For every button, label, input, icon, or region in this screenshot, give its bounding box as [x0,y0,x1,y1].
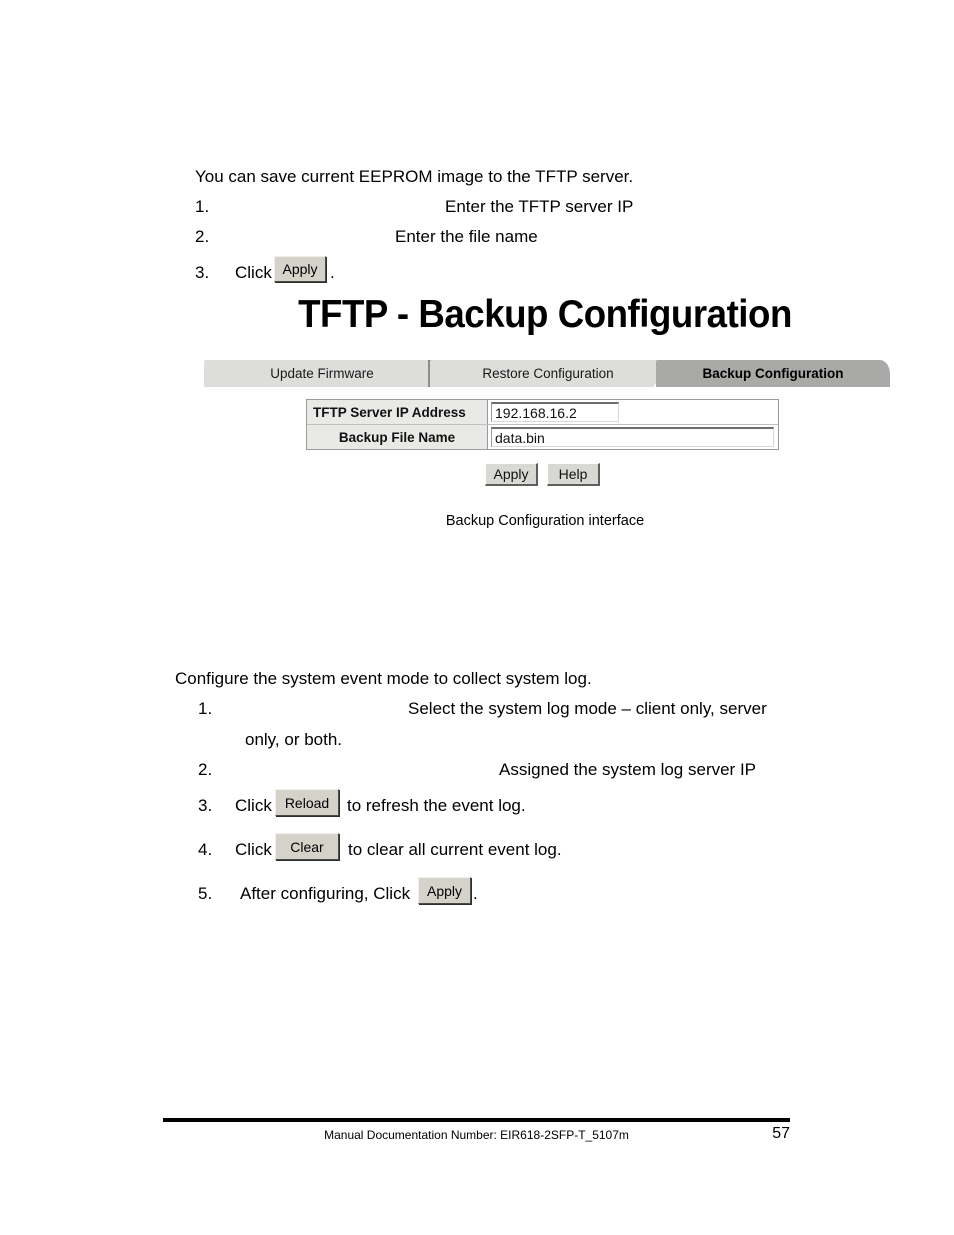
backup-step-2-number: 2. [195,227,210,246]
syslog-step-2-text: Assigned the system log server IP [499,760,757,779]
backup-step-2-text: Enter the file name [395,227,538,246]
tab-update-firmware-label: Update Firmware [270,366,374,381]
backup-step-3-suffix: . [330,263,335,282]
inline-reload-button[interactable]: Reload [275,789,339,816]
tftp-backup-screenshot: TFTP - Backup Configuration Update Firmw… [195,293,895,529]
tftp-settings-form: TFTP Server IP Address 192.168.16.2 Back… [306,399,779,450]
label-backup-file-name: Backup File Name [307,425,488,449]
screenshot-title: TFTP - Backup Configuration [298,293,792,336]
syslog-step-1-number: 1. [198,699,213,718]
tab-backup-configuration-label: Backup Configuration [702,366,844,381]
help-button[interactable]: Help [547,463,600,486]
syslog-step-4-suffix: to clear all current event log. [348,840,562,859]
syslog-intro-paragraph: Configure the system event mode to colle… [175,669,592,688]
label-tftp-server-ip-address: TFTP Server IP Address [307,400,488,424]
syslog-step-5-prefix: After configuring, Click [240,884,411,903]
syslog-step-5-suffix: . [473,884,478,903]
backup-step-3-number: 3. [195,263,210,282]
inline-apply-button-backup[interactable]: Apply [274,256,326,282]
syslog-step-4-prefix: Click [235,840,272,859]
backup-intro-paragraph: You can save current EEPROM image to the… [195,167,634,186]
tab-bar: Update Firmware Restore Configuration Ba… [204,360,890,387]
tftp-server-ip-input[interactable]: 192.168.16.2 [491,402,619,422]
tab-restore-configuration[interactable]: Restore Configuration [430,360,666,387]
backup-step-1-text: Enter the TFTP server IP [445,197,634,216]
syslog-step-3-suffix: to refresh the event log. [347,796,526,815]
syslog-step-1-text-continued: only, or both. [245,730,343,749]
inline-clear-button[interactable]: Clear [275,833,339,860]
screenshot-button-row: Apply Help [306,463,779,486]
tab-backup-configuration[interactable]: Backup Configuration [656,360,890,387]
apply-button[interactable]: Apply [485,463,538,486]
backup-step-1-number: 1. [195,197,210,216]
syslog-step-2-number: 2. [198,760,213,779]
footer-rule [163,1118,790,1122]
form-row-tftp-server-ip: TFTP Server IP Address 192.168.16.2 [307,400,778,424]
form-row-backup-file-name: Backup File Name data.bin [307,425,778,449]
backup-step-3-prefix: Click [235,263,272,282]
syslog-step-3-number: 3. [198,796,213,815]
footer-page-number: 57 [772,1125,790,1142]
syslog-step-4-number: 4. [198,840,213,859]
tab-restore-configuration-label: Restore Configuration [482,366,614,381]
figure-caption: Backup Configuration interface [445,513,645,529]
footer-documentation-number: Manual Documentation Number: EIR618-2SFP… [324,1128,629,1142]
tab-notch-icon [878,360,890,387]
syslog-step-5-number: 5. [198,884,213,903]
tab-update-firmware[interactable]: Update Firmware [204,360,440,387]
document-page: You can save current EEPROM image to the… [0,0,954,1235]
syslog-step-1-text: Select the system log mode – client only… [408,699,767,718]
syslog-step-3-prefix: Click [235,796,272,815]
backup-file-name-input[interactable]: data.bin [491,427,774,447]
inline-apply-button-syslog[interactable]: Apply [418,877,471,904]
